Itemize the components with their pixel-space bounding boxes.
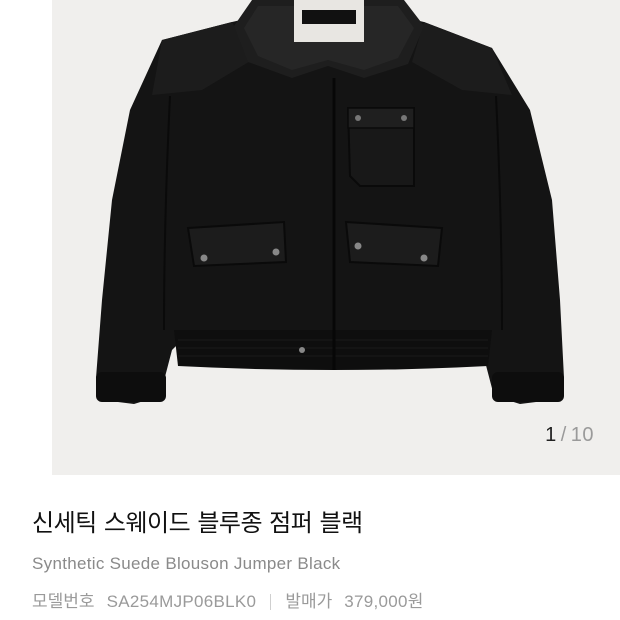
release-price-label: 발매가 bbox=[285, 592, 333, 612]
product-detail-page: 1/10 신세틱 스웨이드 블루종 점퍼 블랙 Synthetic Suede … bbox=[0, 0, 620, 620]
product-info: 신세틱 스웨이드 블루종 점퍼 블랙 Synthetic Suede Blous… bbox=[32, 505, 600, 613]
pager-separator: / bbox=[560, 424, 567, 446]
product-title-korean: 신세틱 스웨이드 블루종 점퍼 블랙 bbox=[32, 509, 363, 537]
product-title-english: Synthetic Suede Blouson Jumper Black bbox=[32, 554, 341, 573]
model-number-label: 모델번호 bbox=[32, 592, 95, 612]
pager-total: 10 bbox=[570, 424, 594, 446]
image-pager: 1/10 bbox=[545, 424, 594, 447]
model-number-value: SA254MJP06BLK0 bbox=[106, 592, 257, 611]
pager-current: 1 bbox=[545, 424, 557, 446]
jacket-image bbox=[96, 0, 564, 404]
release-price-value: 379,000원 bbox=[344, 592, 424, 611]
product-meta-row: 모델번호 SA254MJP06BLK0 발매가 379,000원 bbox=[32, 591, 600, 613]
meta-divider bbox=[270, 594, 272, 610]
product-image-carousel[interactable]: 1/10 bbox=[52, 0, 620, 475]
